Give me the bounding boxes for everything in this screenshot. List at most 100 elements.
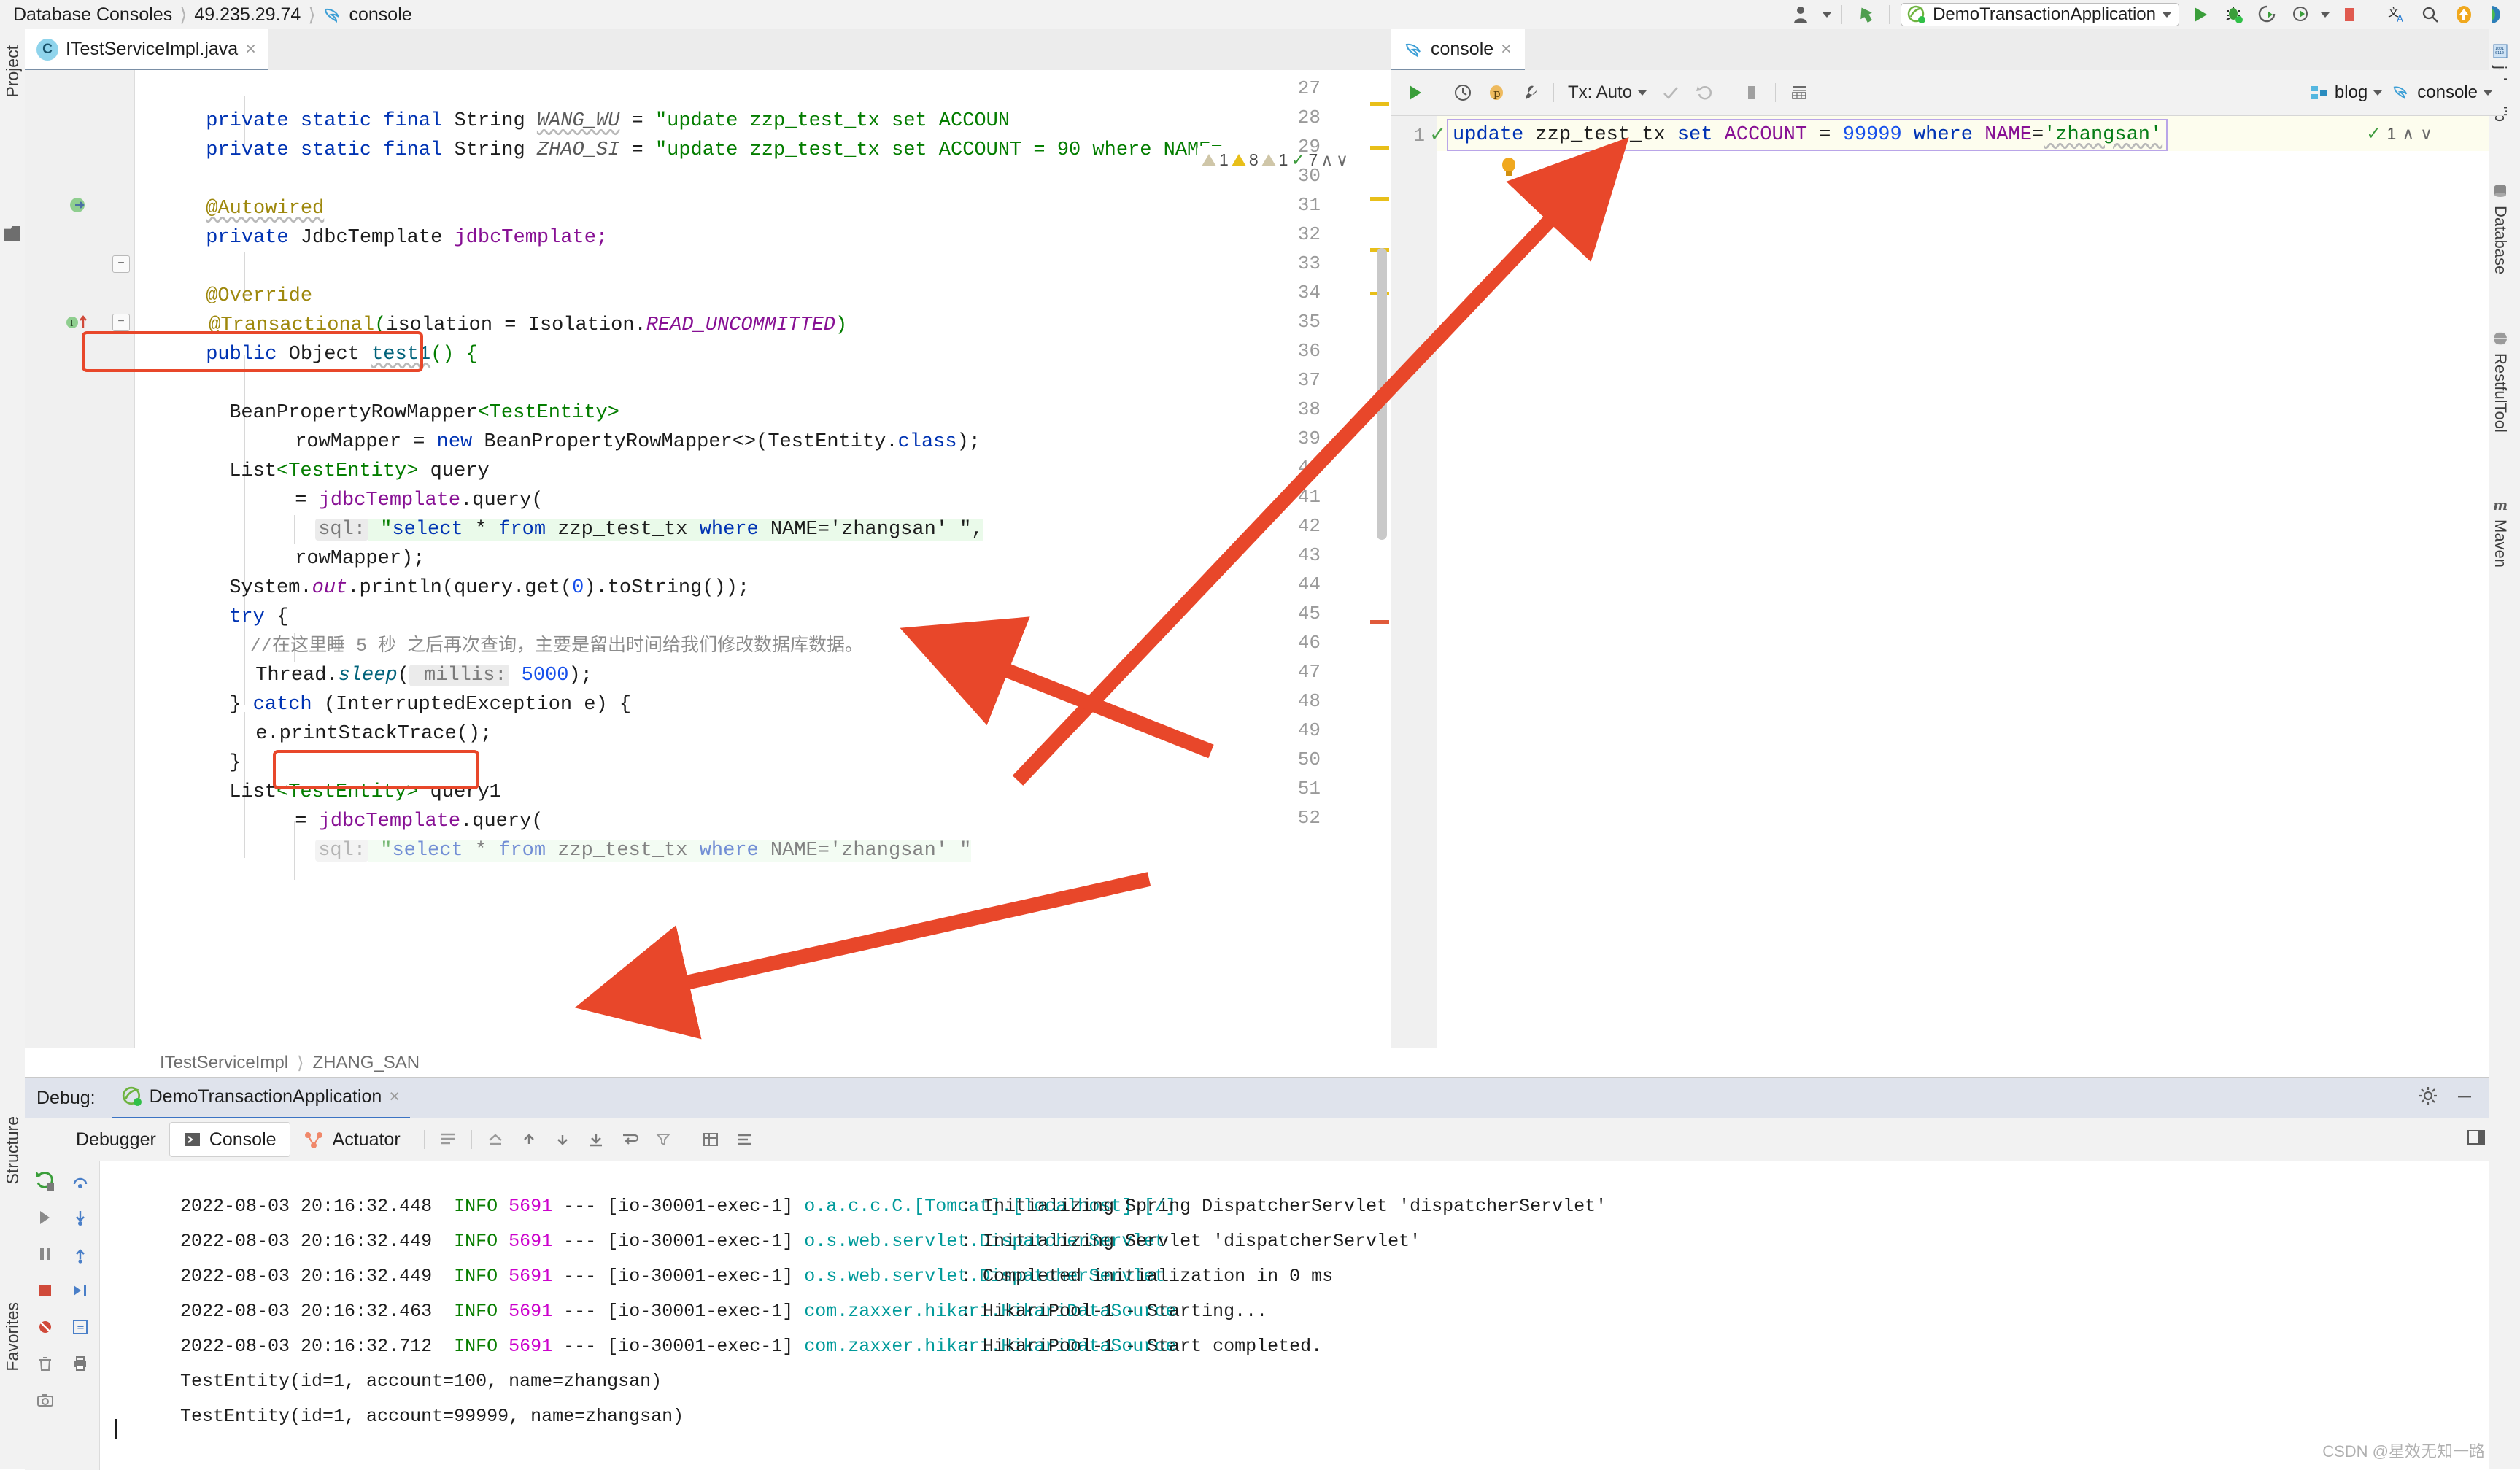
fold-marker[interactable]: − xyxy=(112,255,130,273)
close-icon[interactable]: × xyxy=(245,39,256,60)
wrap-lines-icon[interactable] xyxy=(613,1123,646,1156)
stop-icon[interactable] xyxy=(1735,77,1769,109)
filter-icon[interactable] xyxy=(646,1123,680,1156)
chevron-down-icon[interactable] xyxy=(2163,12,2171,18)
breadcrumb-console[interactable]: console xyxy=(349,4,412,26)
breadcrumb-class[interactable]: ITestServiceImpl xyxy=(160,1053,288,1073)
next-problem-button[interactable]: ∨ xyxy=(2420,124,2432,144)
rollback-icon[interactable] xyxy=(1688,77,1721,109)
sql-editor[interactable]: 1 ✓ update zzp_test_tx set ACCOUNT = 999… xyxy=(1391,116,2489,1048)
run-icon[interactable] xyxy=(2184,1,2217,28)
trash-icon[interactable] xyxy=(29,1347,61,1380)
sidebar-item-restfultool[interactable]: RestfulTool xyxy=(2491,330,2510,433)
settings-gear-icon[interactable] xyxy=(2418,1086,2438,1111)
close-icon[interactable]: × xyxy=(389,1086,400,1107)
editor-marker[interactable] xyxy=(1370,102,1389,106)
sql-console-tab[interactable]: console × xyxy=(1391,29,1525,71)
tab-debugger[interactable]: Debugger xyxy=(36,1123,169,1156)
chevron-down-icon[interactable] xyxy=(1819,1,1835,28)
implementing-method-icon[interactable]: I xyxy=(66,312,87,333)
schema-selector[interactable]: blog xyxy=(2310,82,2383,103)
user-icon[interactable] xyxy=(1785,1,1819,28)
resume-icon[interactable] xyxy=(29,1202,61,1234)
list-view-icon[interactable] xyxy=(727,1123,761,1156)
editor-gutter[interactable] xyxy=(25,70,135,1048)
fold-marker[interactable]: − xyxy=(112,314,130,331)
tab-actuator[interactable]: Actuator xyxy=(290,1123,414,1156)
rerun-icon[interactable] xyxy=(29,1165,61,1197)
close-icon[interactable]: × xyxy=(1501,39,1512,60)
transaction-mode-selector[interactable]: Tx: Auto xyxy=(1561,82,1654,103)
layout-icon[interactable] xyxy=(2466,1128,2486,1152)
run-with-coverage-icon[interactable] xyxy=(2251,1,2284,28)
step-into-icon[interactable] xyxy=(64,1202,96,1234)
editor-tab-itestserviceimpl[interactable]: C ITestServiceImpl.java × xyxy=(25,29,268,71)
camera-icon[interactable] xyxy=(29,1384,61,1416)
soft-wrap-icon[interactable] xyxy=(431,1123,465,1156)
scroll-to-end-icon[interactable] xyxy=(579,1123,613,1156)
tab-console[interactable]: Console xyxy=(169,1122,290,1157)
sidebar-item-structure[interactable]: Structure xyxy=(3,1116,23,1184)
sidebar-item-database[interactable]: Database xyxy=(2491,182,2510,274)
execute-query-icon[interactable] xyxy=(1399,77,1432,109)
mute-breakpoints-icon[interactable] xyxy=(29,1311,61,1343)
translate-icon[interactable]: 文A xyxy=(2380,1,2413,28)
step-over-icon[interactable] xyxy=(64,1165,96,1197)
debug-session-tab[interactable]: DemoTransactionApplication × xyxy=(111,1077,410,1120)
debug-label: Debug: xyxy=(36,1087,96,1108)
wrench-icon[interactable] xyxy=(1513,77,1547,109)
grid-view-icon[interactable] xyxy=(694,1123,727,1156)
table-icon[interactable] xyxy=(1782,77,1816,109)
vcs-update-icon[interactable] xyxy=(1849,1,1882,28)
run-configuration-selector[interactable]: DemoTransactionApplication xyxy=(1901,3,2179,26)
sql-inspection-widget[interactable]: ✓ 1 ∧ ∨ xyxy=(2366,123,2432,144)
breadcrumb-database-consoles[interactable]: Database Consoles xyxy=(13,4,172,26)
search-everywhere-icon[interactable] xyxy=(2413,1,2447,28)
warning-indicator[interactable]: 8 xyxy=(1231,150,1259,170)
typo-indicator[interactable]: 1 xyxy=(1261,150,1288,170)
sql-statement-box[interactable]: update zzp_test_tx set ACCOUNT = 99999 w… xyxy=(1447,119,2168,151)
intention-bulb-icon[interactable] xyxy=(1501,157,1517,179)
console-selector[interactable]: console xyxy=(2392,82,2492,103)
breadcrumb-field[interactable]: ZHANG_SAN xyxy=(312,1053,420,1073)
profile-icon[interactable] xyxy=(2284,1,2318,28)
console-output[interactable]: 2022-08-03 20:16:32.448 INFO 5691 --- [i… xyxy=(100,1161,2489,1470)
scroll-to-top-icon[interactable] xyxy=(479,1123,512,1156)
prev-problem-button[interactable]: ∧ xyxy=(1321,150,1333,170)
next-problem-button[interactable]: ∨ xyxy=(1336,150,1348,170)
chevron-down-icon[interactable] xyxy=(2318,1,2332,28)
prev-problem-button[interactable]: ∧ xyxy=(2402,124,2414,144)
bean-navigate-icon[interactable] xyxy=(69,196,89,216)
weak-warning-indicator[interactable]: 1 xyxy=(1202,150,1229,170)
theme-icon[interactable] xyxy=(2481,1,2514,28)
debug-icon[interactable] xyxy=(2217,1,2251,28)
sidebar-item-maven[interactable]: m Maven xyxy=(2491,496,2510,568)
update-icon[interactable] xyxy=(2447,1,2481,28)
minimize-icon[interactable] xyxy=(2454,1086,2475,1111)
step-out-icon[interactable] xyxy=(64,1238,96,1270)
stop-icon[interactable] xyxy=(29,1274,61,1307)
inspection-widget[interactable]: 1 8 1 ✓ 7 ∧ ∨ xyxy=(1197,146,1353,174)
code-content[interactable]: private static final String WANG_WU = "u… xyxy=(135,70,1391,1048)
sidebar-item-favorites[interactable]: Favorites xyxy=(3,1302,23,1372)
history-icon[interactable] xyxy=(1446,77,1480,109)
editor-marker-error[interactable] xyxy=(1370,620,1389,624)
scroll-down-icon[interactable] xyxy=(546,1123,579,1156)
sidebar-item-project[interactable]: Project xyxy=(3,45,23,98)
code-signature: () { xyxy=(430,344,478,365)
parameters-icon[interactable]: p xyxy=(1480,77,1513,109)
folder-icon[interactable] xyxy=(4,226,20,241)
stop-icon[interactable] xyxy=(2332,1,2366,28)
sql-statement-status-icon: ✓ xyxy=(1429,123,1447,145)
run-to-cursor-icon[interactable] xyxy=(64,1274,96,1307)
commit-icon[interactable] xyxy=(1654,77,1688,109)
breadcrumb-host[interactable]: 49.235.29.74 xyxy=(194,4,301,26)
print-icon[interactable] xyxy=(64,1347,96,1380)
editor-marker[interactable] xyxy=(1370,197,1389,201)
svg-text:A: A xyxy=(2397,14,2403,24)
scroll-up-icon[interactable] xyxy=(512,1123,546,1156)
editor-marker[interactable] xyxy=(1370,146,1389,150)
editor-scrollbar[interactable] xyxy=(1377,248,1387,540)
evaluate-icon[interactable]: = xyxy=(64,1311,96,1343)
pause-icon[interactable] xyxy=(29,1238,61,1270)
